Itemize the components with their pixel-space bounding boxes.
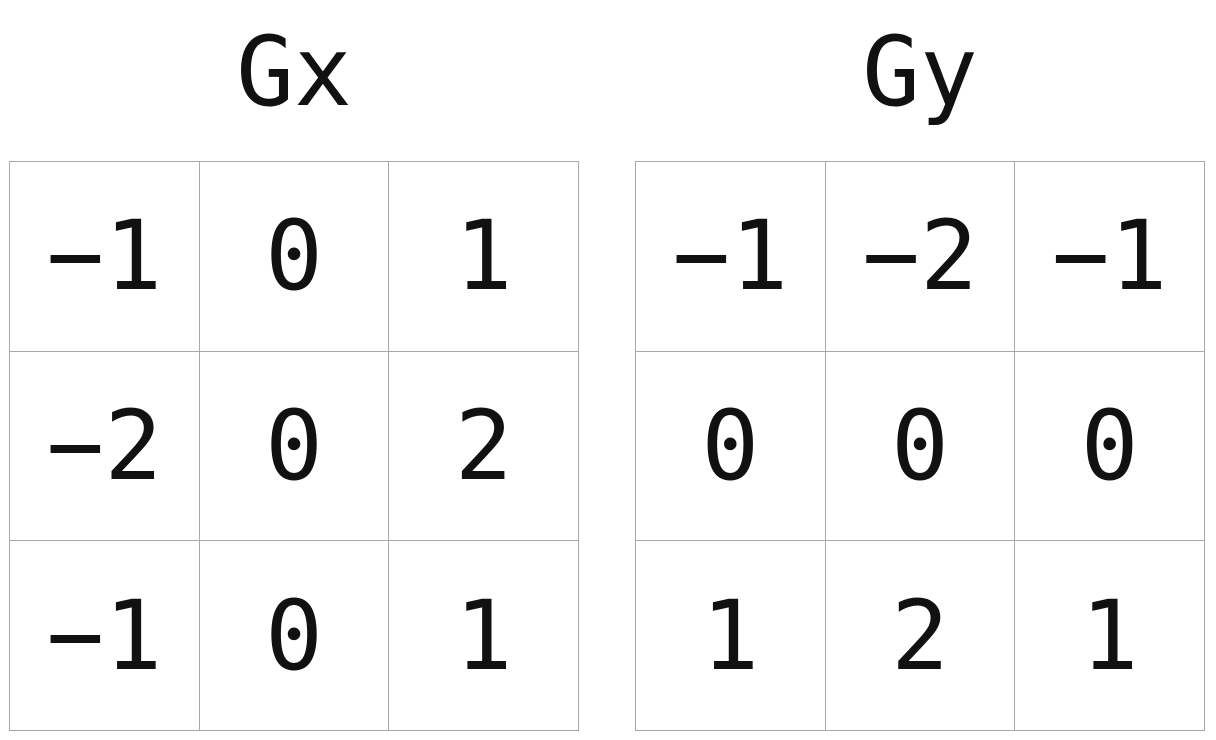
matrix-cell: 2 [389,351,579,542]
matrix-cell: −2 [10,351,200,542]
kernel-title: Gy [862,16,978,128]
matrix-cell: −1 [10,541,200,731]
matrix-cell: 2 [825,541,1016,731]
matrix-cell: 0 [199,351,390,542]
kernel-title: Gx [236,16,352,128]
matrix-cell: 0 [1015,351,1205,542]
kernel-gx: Gx −1 0 1 −2 0 2 −1 0 1 [9,0,579,740]
matrix-cell: −1 [636,162,826,352]
matrix-cell: 1 [389,162,579,352]
matrix-cell: 1 [636,541,826,731]
matrix-cell: 1 [1015,541,1205,731]
matrix-cell: 0 [199,162,390,352]
kernel-matrix: −1 −2 −1 0 0 0 1 2 1 [635,161,1205,731]
matrix-cell: 1 [389,541,579,731]
matrix-cell: 0 [199,541,390,731]
kernel-matrix: −1 0 1 −2 0 2 −1 0 1 [9,161,579,731]
matrix-cell: −1 [10,162,200,352]
matrix-cell: −2 [825,162,1016,352]
matrix-cell: 0 [636,351,826,542]
matrix-cell: 0 [825,351,1016,542]
matrix-cell: −1 [1015,162,1205,352]
kernel-gy: Gy −1 −2 −1 0 0 0 1 2 1 [635,0,1205,740]
